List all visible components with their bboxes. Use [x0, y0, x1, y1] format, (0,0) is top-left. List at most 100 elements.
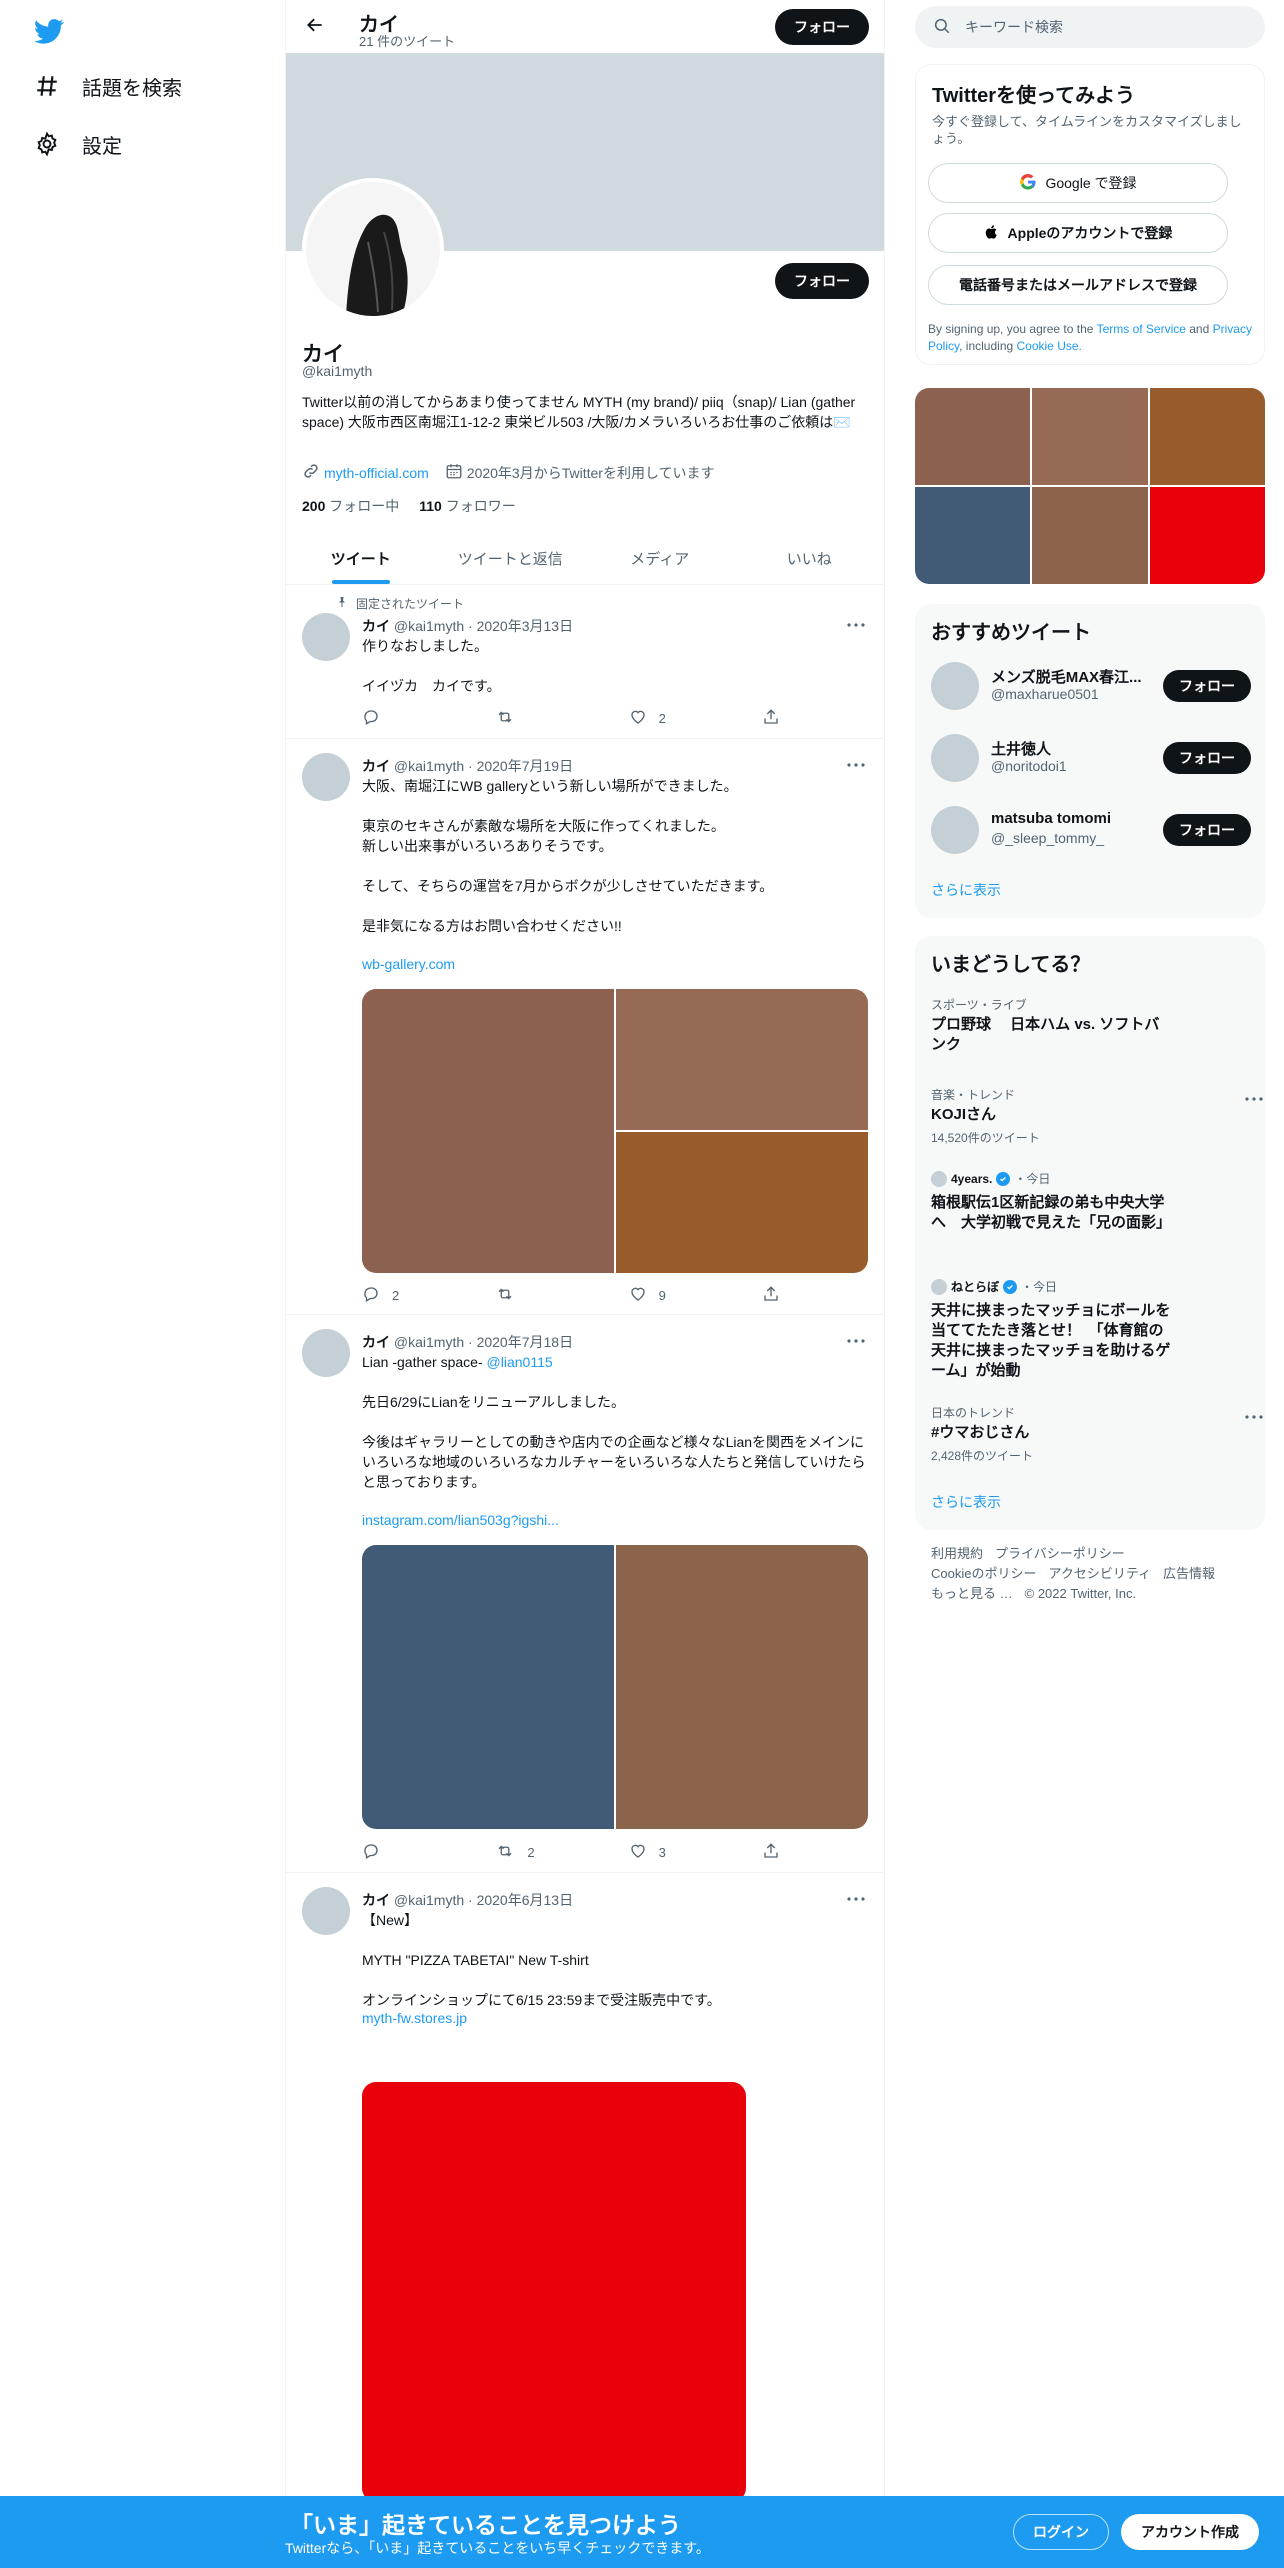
recommended-user[interactable]: メンズ脱毛MAX春江... @maxharue0501 フォロー	[931, 662, 1251, 710]
create-account-button[interactable]: アカウント作成	[1121, 2514, 1259, 2550]
verified-icon	[1003, 1279, 1018, 1294]
recommended-user[interactable]: 土井徳人 @noritodoi1 フォロー	[931, 734, 1251, 782]
profile-website[interactable]: myth-official.com	[302, 462, 429, 483]
tweet-media[interactable]	[362, 1545, 868, 1829]
trend-item[interactable]: 音楽・トレンド KOJIさん 14,520件のツイート	[931, 1086, 1263, 1146]
recommended-show-more[interactable]: さらに表示	[931, 880, 1001, 900]
retweet-button[interactable]	[495, 708, 555, 728]
tweet-mention[interactable]: @lian0115	[487, 1354, 553, 1370]
tweet[interactable]: カイ @kai1myth · 2020年7月19日 大阪、南堀江にWB gall…	[286, 739, 884, 1315]
tweet[interactable]: 固定されたツイート カイ @kai1myth · 2020年3月13日 作りなお…	[286, 585, 884, 739]
trends-title: いまどうしてる？	[931, 954, 1091, 976]
nav-explore[interactable]: 話題を検索	[34, 68, 182, 104]
footer-link[interactable]: Cookieのポリシー	[931, 1566, 1036, 1581]
tweet-media[interactable]	[362, 989, 868, 1273]
tweet-author: カイ	[362, 1334, 390, 1350]
avatar[interactable]	[931, 806, 979, 854]
media-image[interactable]	[616, 989, 868, 1130]
tweet-avatar[interactable]	[302, 1887, 350, 1935]
media-image[interactable]	[616, 1132, 868, 1273]
follow-button[interactable]: フォロー	[1163, 742, 1251, 774]
footer-link[interactable]: プライバシーポリシー	[995, 1546, 1125, 1561]
following-stat[interactable]: 200 フォロー中	[302, 496, 399, 516]
apple-icon	[984, 223, 1000, 244]
profile-follow-button[interactable]: フォロー	[775, 263, 869, 299]
media-thumb[interactable]	[1032, 388, 1148, 485]
tweet[interactable]: カイ @kai1myth · 2020年6月13日 【New】 MYTH "PI…	[286, 1873, 884, 2502]
more-icon[interactable]	[1245, 1088, 1263, 1106]
media-thumb[interactable]	[915, 487, 1031, 584]
profile-avatar[interactable]	[302, 178, 444, 320]
tweet-avatar[interactable]	[302, 613, 350, 661]
footer-link[interactable]: 利用規約	[931, 1546, 983, 1561]
media-thumb[interactable]	[1149, 388, 1265, 485]
like-button[interactable]: 9	[629, 1285, 689, 1305]
back-button[interactable]	[300, 12, 330, 42]
more-icon[interactable]	[844, 755, 868, 775]
footer-link[interactable]: アクセシビリティ	[1048, 1566, 1151, 1581]
tweet-meta: @kai1myth · 2020年6月13日	[393, 1892, 574, 1908]
recommended-user[interactable]: matsuba tomomi @_sleep_tommy_ フォロー	[931, 806, 1251, 854]
nav-settings[interactable]: 設定	[34, 126, 122, 162]
tweet-avatar[interactable]	[302, 1329, 350, 1377]
followers-stat[interactable]: 110 フォロワー	[419, 496, 515, 516]
terms-link[interactable]: Terms of Service	[1097, 322, 1186, 336]
apple-signup-button[interactable]: Appleのアカウントで登録	[928, 213, 1228, 253]
tweet-link[interactable]: wb-gallery.com	[362, 956, 455, 972]
more-icon[interactable]	[844, 615, 868, 635]
media-thumb[interactable]	[1149, 487, 1265, 584]
link-icon	[302, 462, 320, 483]
cookie-link[interactable]: Cookie Use.	[1017, 339, 1082, 353]
footer-link[interactable]: 広告情報	[1163, 1566, 1215, 1581]
phone-email-signup-button[interactable]: 電話番号またはメールアドレスで登録	[928, 265, 1228, 305]
avatar[interactable]	[931, 662, 979, 710]
more-icon[interactable]	[844, 1331, 868, 1351]
tab-likes[interactable]: いいね	[735, 532, 885, 584]
tab-tweets[interactable]: ツイート	[286, 532, 436, 584]
trend-item[interactable]: スポーツ・ライブ プロ野球 日本ハム vs. ソフトバンク	[931, 996, 1251, 1055]
heart-icon	[629, 1285, 647, 1306]
tweet[interactable]: カイ @kai1myth · 2020年7月18日 Lian -gather s…	[286, 1315, 884, 1873]
search-box[interactable]: キーワード検索	[915, 6, 1265, 48]
reply-button[interactable]	[362, 708, 422, 728]
follow-button[interactable]: フォロー	[1163, 814, 1251, 846]
tab-media[interactable]: メディア	[585, 532, 735, 584]
more-icon[interactable]	[1245, 1406, 1263, 1424]
arrow-left-icon	[305, 15, 325, 40]
media-image[interactable]	[362, 2082, 746, 2502]
like-button[interactable]: 3	[629, 1842, 689, 1862]
media-image[interactable]	[616, 1545, 868, 1829]
media-thumb[interactable]	[915, 388, 1031, 485]
trend-item[interactable]: 日本のトレンド #ウマおじさん 2,428件のツイート	[931, 1404, 1263, 1464]
share-button[interactable]	[762, 708, 782, 728]
retweet-button[interactable]	[495, 1285, 555, 1305]
source-avatar	[931, 1278, 947, 1295]
tweet-link[interactable]: myth-fw.stores.jp	[362, 2010, 467, 2026]
trend-item[interactable]: 4years. ・今日 箱根駅伝1区新記録の弟も中央大学へ 大学初戦で見えた「兄の…	[931, 1170, 1251, 1233]
share-button[interactable]	[762, 1842, 782, 1862]
media-thumb[interactable]	[1032, 487, 1148, 584]
profile-joined: 2020年3月からTwitterを利用しています	[445, 462, 715, 483]
tweet-media[interactable]	[362, 2082, 746, 2502]
trend-item[interactable]: ねとらぼ ・今日 天井に挟まったマッチョにボールを当ててたたき落とせ！ 「体育館の…	[931, 1278, 1251, 1381]
retweet-button[interactable]: 2	[495, 1842, 555, 1862]
tweet-link[interactable]: instagram.com/lian503g?igshi...	[362, 1512, 559, 1528]
signup-subtitle: 今すぐ登録して、タイムラインをカスタマイズしましょう。	[932, 114, 1242, 146]
share-button[interactable]	[762, 1285, 782, 1305]
trends-show-more[interactable]: さらに表示	[931, 1492, 1001, 1512]
google-signup-button[interactable]: Google で登録	[928, 163, 1228, 203]
tab-tweets-replies[interactable]: ツイートと返信	[436, 532, 586, 584]
header-follow-button[interactable]: フォロー	[775, 9, 869, 45]
reply-button[interactable]: 2	[362, 1285, 422, 1305]
tweet-avatar[interactable]	[302, 753, 350, 801]
twitter-logo-icon[interactable]	[34, 16, 64, 46]
like-button[interactable]: 2	[629, 708, 689, 728]
reply-button[interactable]	[362, 1842, 422, 1862]
login-button[interactable]: ログイン	[1013, 2514, 1109, 2550]
follow-button[interactable]: フォロー	[1163, 670, 1251, 702]
media-image[interactable]	[362, 1545, 614, 1829]
media-image[interactable]	[362, 989, 614, 1273]
avatar[interactable]	[931, 734, 979, 782]
more-icon[interactable]	[844, 1889, 868, 1909]
footer-link[interactable]: もっと見る …	[931, 1586, 1013, 1601]
